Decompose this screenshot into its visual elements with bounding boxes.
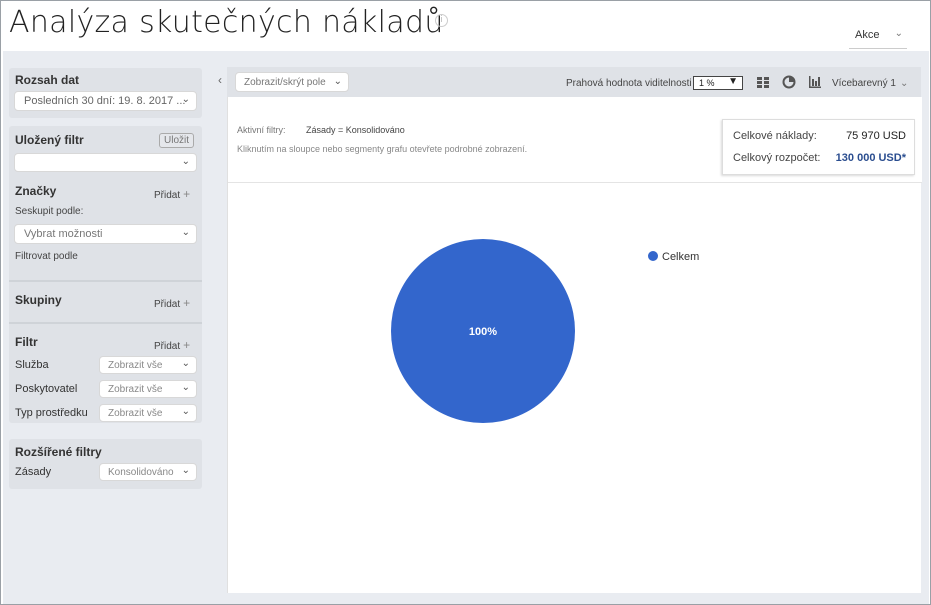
chevron-down-icon: ⌄: [181, 465, 190, 476]
saved-filter-select[interactable]: ⌄: [14, 153, 197, 172]
collapse-sidebar-icon[interactable]: ‹: [214, 68, 226, 92]
totals-box: Celkové náklady: 75 970 USD Celkový rozp…: [722, 119, 915, 175]
filter-row-value: Zobrazit vše: [108, 360, 163, 371]
app-window: Analýza skutečných nákladů i Akce ⌄ Rozs…: [0, 0, 931, 605]
policy-select[interactable]: Konsolidováno ⌄: [99, 463, 197, 481]
content-area: Rozsah dat Posledních 30 dní: 19. 8. 201…: [3, 51, 929, 604]
date-range-value: Posledních 30 dní: 19. 8. 2017 ...: [24, 95, 186, 107]
total-budget-label: Celkový rozpočet:: [733, 152, 821, 164]
date-range-panel: Rozsah dat Posledních 30 dní: 19. 8. 201…: [9, 68, 202, 118]
group-by-placeholder: Vybrat možnosti: [24, 228, 103, 240]
advanced-filters-panel: Rozšířené filtry Zásady Konsolidováno ⌄: [9, 439, 202, 489]
filter-row-label: Typ prostředku: [15, 407, 88, 419]
group-by-label: Seskupit podle:: [15, 206, 84, 217]
provider-filter-select[interactable]: Zobrazit vše ⌄: [99, 380, 197, 398]
bar-chart-icon[interactable]: [808, 75, 822, 89]
plus-icon: +: [183, 187, 191, 201]
actions-label: Akce: [855, 29, 880, 41]
actions-dropdown[interactable]: Akce ⌄: [849, 25, 907, 49]
chart-toolbar: Zobrazit/skrýt pole ⌄ Prahová hodnota vi…: [227, 67, 921, 97]
plus-icon: +: [183, 296, 191, 310]
filter-by-label: Filtrovat podle: [15, 251, 78, 262]
date-range-title: Rozsah dat: [15, 73, 80, 87]
total-cost-value: 75 970 USD: [846, 130, 906, 142]
threshold-label: Prahová hodnota viditelnosti: [566, 78, 692, 89]
drilldown-hint: Kliknutím na sloupce nebo segmenty grafu…: [237, 144, 528, 154]
tags-title: Značky: [15, 184, 57, 198]
service-filter-select[interactable]: Zobrazit vše ⌄: [99, 356, 197, 374]
toggle-fields-dropdown[interactable]: Zobrazit/skrýt pole ⌄: [235, 72, 349, 92]
add-tag-button[interactable]: Přidat +: [154, 187, 190, 201]
filter-row-label: Služba: [15, 359, 49, 371]
total-cost-label: Celkové náklady:: [733, 130, 817, 142]
add-group-label: Přidat: [154, 299, 181, 310]
chart-area: Aktivní filtry: Zásady = Konsolidováno K…: [227, 97, 922, 593]
policy-value: Konsolidováno: [108, 467, 174, 478]
triangle-down-icon: ▼: [728, 76, 738, 87]
color-mode-dropdown[interactable]: Vícebarevný 1 ⌄: [832, 78, 908, 89]
saved-filter-title: Uložený filtr: [15, 133, 84, 147]
chevron-down-icon: ⌄: [181, 358, 190, 369]
resource-type-filter-select[interactable]: Zobrazit vše ⌄: [99, 404, 197, 422]
divider: [9, 322, 202, 324]
add-filter-label: Přidat: [154, 341, 181, 352]
threshold-value: 1 %: [699, 78, 715, 88]
filter-row-label: Poskytovatel: [15, 383, 78, 395]
groups-title: Skupiny: [15, 293, 62, 307]
chevron-down-icon: ⌄: [333, 76, 342, 87]
filter-title: Filtr: [15, 335, 38, 349]
chevron-down-icon: ⌄: [181, 382, 190, 393]
legend-label[interactable]: Celkem: [662, 251, 699, 263]
save-filter-button[interactable]: Uložit: [159, 133, 195, 148]
pie-chart-icon[interactable]: [782, 75, 796, 89]
grid-view-icon[interactable]: [756, 75, 770, 89]
advanced-filters-title: Rozšířené filtry: [15, 445, 102, 459]
divider: [9, 280, 202, 282]
date-range-select[interactable]: Posledních 30 dní: 19. 8. 2017 ... ⌄: [14, 91, 197, 111]
chevron-down-icon: ⌄: [899, 78, 909, 89]
pie-chart: 100% Celkem: [391, 239, 699, 423]
toggle-fields-label: Zobrazit/skrýt pole: [244, 77, 326, 88]
total-budget-value: 130 000 USD*: [835, 152, 906, 164]
chevron-down-icon: ⌄: [181, 227, 190, 238]
active-filters-value: Zásady = Konsolidováno: [306, 125, 405, 135]
legend-marker[interactable]: [648, 251, 658, 261]
color-mode-label: Vícebarevný 1: [832, 78, 896, 89]
active-filters-label: Aktivní filtry:: [237, 125, 286, 135]
chevron-down-icon: ⌄: [894, 28, 903, 39]
plus-icon: +: [183, 338, 191, 352]
filter-row-value: Zobrazit vše: [108, 384, 163, 395]
pie-slice-label: 100%: [469, 326, 497, 338]
filter-row-value: Zobrazit vše: [108, 408, 163, 419]
add-tag-label: Přidat: [154, 190, 181, 201]
chevron-down-icon: ⌄: [181, 94, 190, 105]
group-by-select[interactable]: Vybrat možnosti ⌄: [14, 224, 197, 244]
add-group-button[interactable]: Přidat +: [154, 296, 190, 310]
threshold-select[interactable]: 1 % ▼: [693, 76, 743, 90]
policy-label: Zásady: [15, 466, 52, 478]
add-filter-button[interactable]: Přidat +: [154, 338, 190, 352]
chevron-down-icon: ⌄: [181, 156, 190, 167]
chevron-down-icon: ⌄: [181, 406, 190, 417]
page-title: Analýza skutečných nákladů: [9, 5, 444, 40]
filters-panel: Uložený filtr Uložit ⌄ Značky Přidat + Se…: [9, 126, 202, 423]
active-filters-band: Aktivní filtry: Zásady = Konsolidováno K…: [228, 97, 922, 183]
info-icon[interactable]: i: [435, 14, 448, 27]
